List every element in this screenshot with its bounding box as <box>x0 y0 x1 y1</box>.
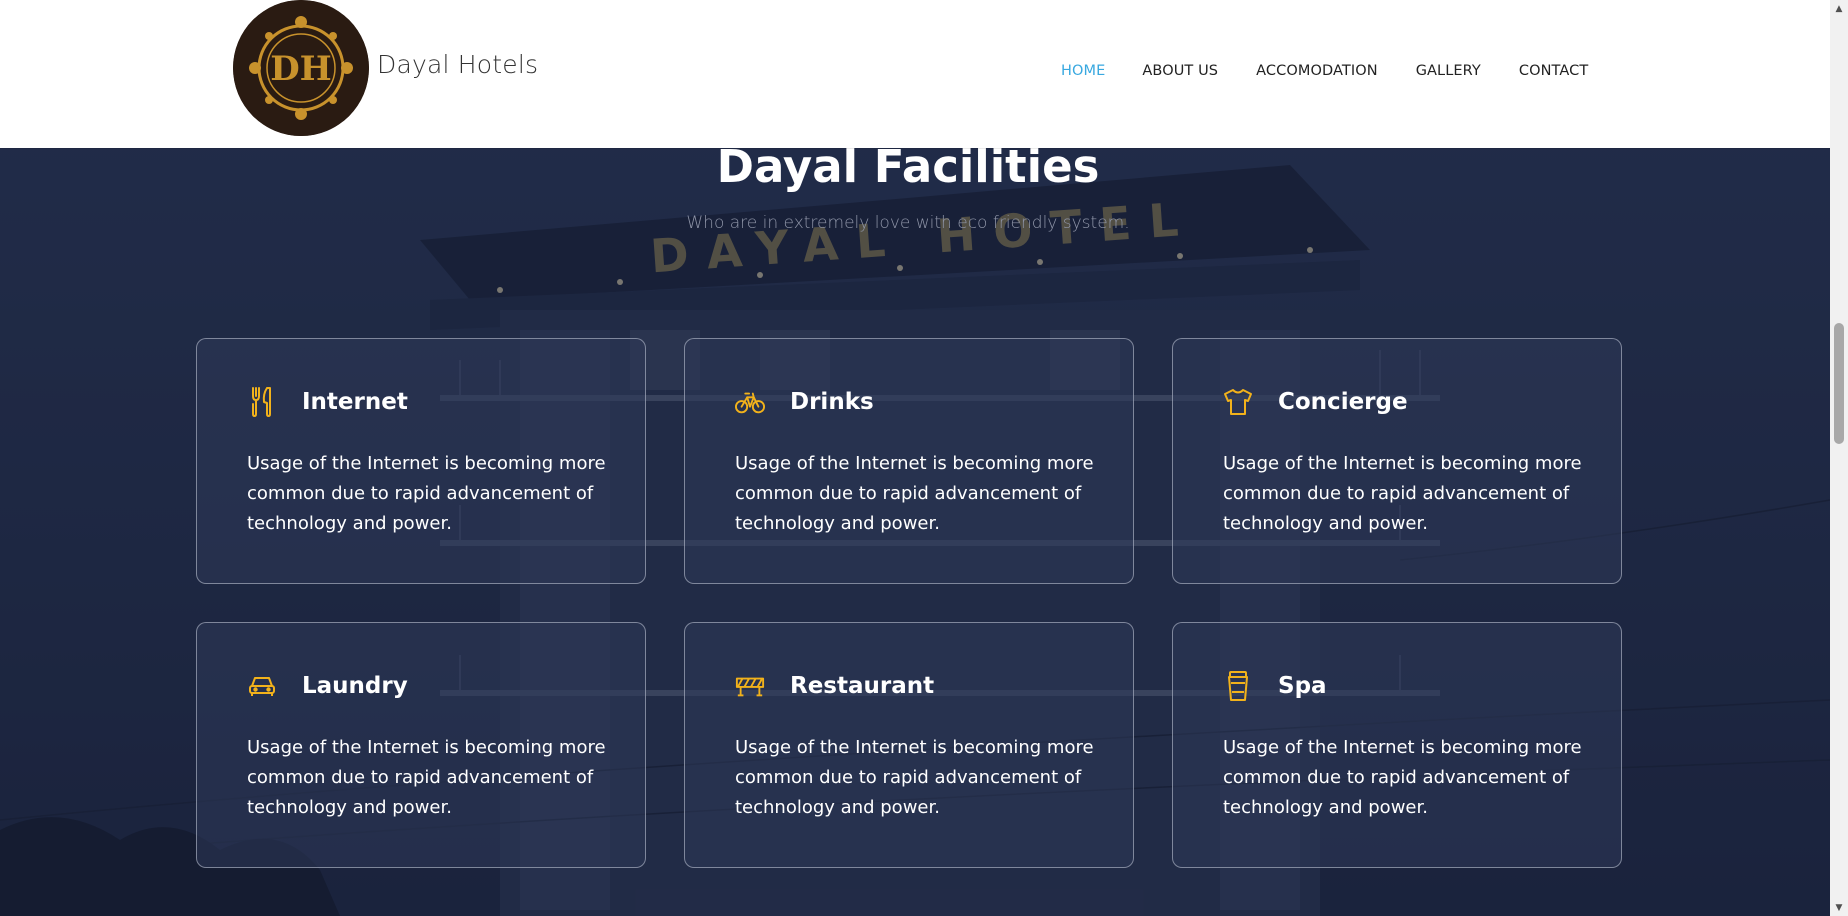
scroll-thumb[interactable] <box>1834 323 1844 444</box>
facility-title: Internet <box>302 389 408 415</box>
nav-about-us[interactable]: ABOUT US <box>1142 63 1218 79</box>
nav-gallery[interactable]: GALLERY <box>1416 63 1481 79</box>
page-scrollbar[interactable]: ▲ ▼ <box>1830 0 1848 916</box>
cup-icon <box>1223 671 1253 701</box>
scroll-up-arrow-icon[interactable]: ▲ <box>1830 0 1848 17</box>
facility-card-drinks: Drinks Usage of the Internet is becoming… <box>684 338 1134 584</box>
barrier-icon <box>735 671 765 701</box>
nav-home[interactable]: HOME <box>1061 63 1105 79</box>
facility-description: Usage of the Internet is becoming more c… <box>247 737 606 818</box>
svg-text:DH: DH <box>270 49 332 89</box>
facility-card-internet: Internet Usage of the Internet is becomi… <box>196 338 646 584</box>
facility-description: Usage of the Internet is becoming more c… <box>735 453 1094 534</box>
facility-title: Restaurant <box>790 673 935 699</box>
facility-description: Usage of the Internet is becoming more c… <box>735 737 1094 818</box>
site-header: DH Dayal Hotels HOME ABOUT US ACCOMODATI… <box>0 0 1830 148</box>
shirt-icon <box>1223 387 1253 417</box>
fork-knife-icon <box>247 387 277 417</box>
bicycle-icon <box>735 387 765 417</box>
facility-title: Drinks <box>790 389 874 415</box>
facility-card-concierge: Concierge Usage of the Internet is becom… <box>1172 338 1622 584</box>
car-icon <box>247 671 277 701</box>
facility-description: Usage of the Internet is becoming more c… <box>247 453 606 534</box>
facilities-grid: Internet Usage of the Internet is becomi… <box>196 338 1622 868</box>
facility-card-spa: Spa Usage of the Internet is becoming mo… <box>1172 622 1622 868</box>
facility-description: Usage of the Internet is becoming more c… <box>1223 737 1582 818</box>
section-subtitle: Who are in extremely love with eco frien… <box>686 213 1130 233</box>
scroll-down-arrow-icon[interactable]: ▼ <box>1830 899 1848 916</box>
hotel-logo[interactable]: DH <box>233 0 369 136</box>
brand-name[interactable]: Dayal Hotels <box>377 50 538 79</box>
main-nav: HOME ABOUT US ACCOMODATION GALLERY CONTA… <box>1061 63 1588 79</box>
nav-accomodation[interactable]: ACCOMODATION <box>1256 63 1378 79</box>
facility-title: Spa <box>1278 673 1327 699</box>
nav-contact[interactable]: CONTACT <box>1519 63 1588 79</box>
facility-description: Usage of the Internet is becoming more c… <box>1223 453 1582 534</box>
facility-title: Laundry <box>302 673 408 699</box>
facility-card-laundry: Laundry Usage of the Internet is becomin… <box>196 622 646 868</box>
facility-card-restaurant: Restaurant Usage of the Internet is beco… <box>684 622 1134 868</box>
facility-title: Concierge <box>1278 389 1408 415</box>
